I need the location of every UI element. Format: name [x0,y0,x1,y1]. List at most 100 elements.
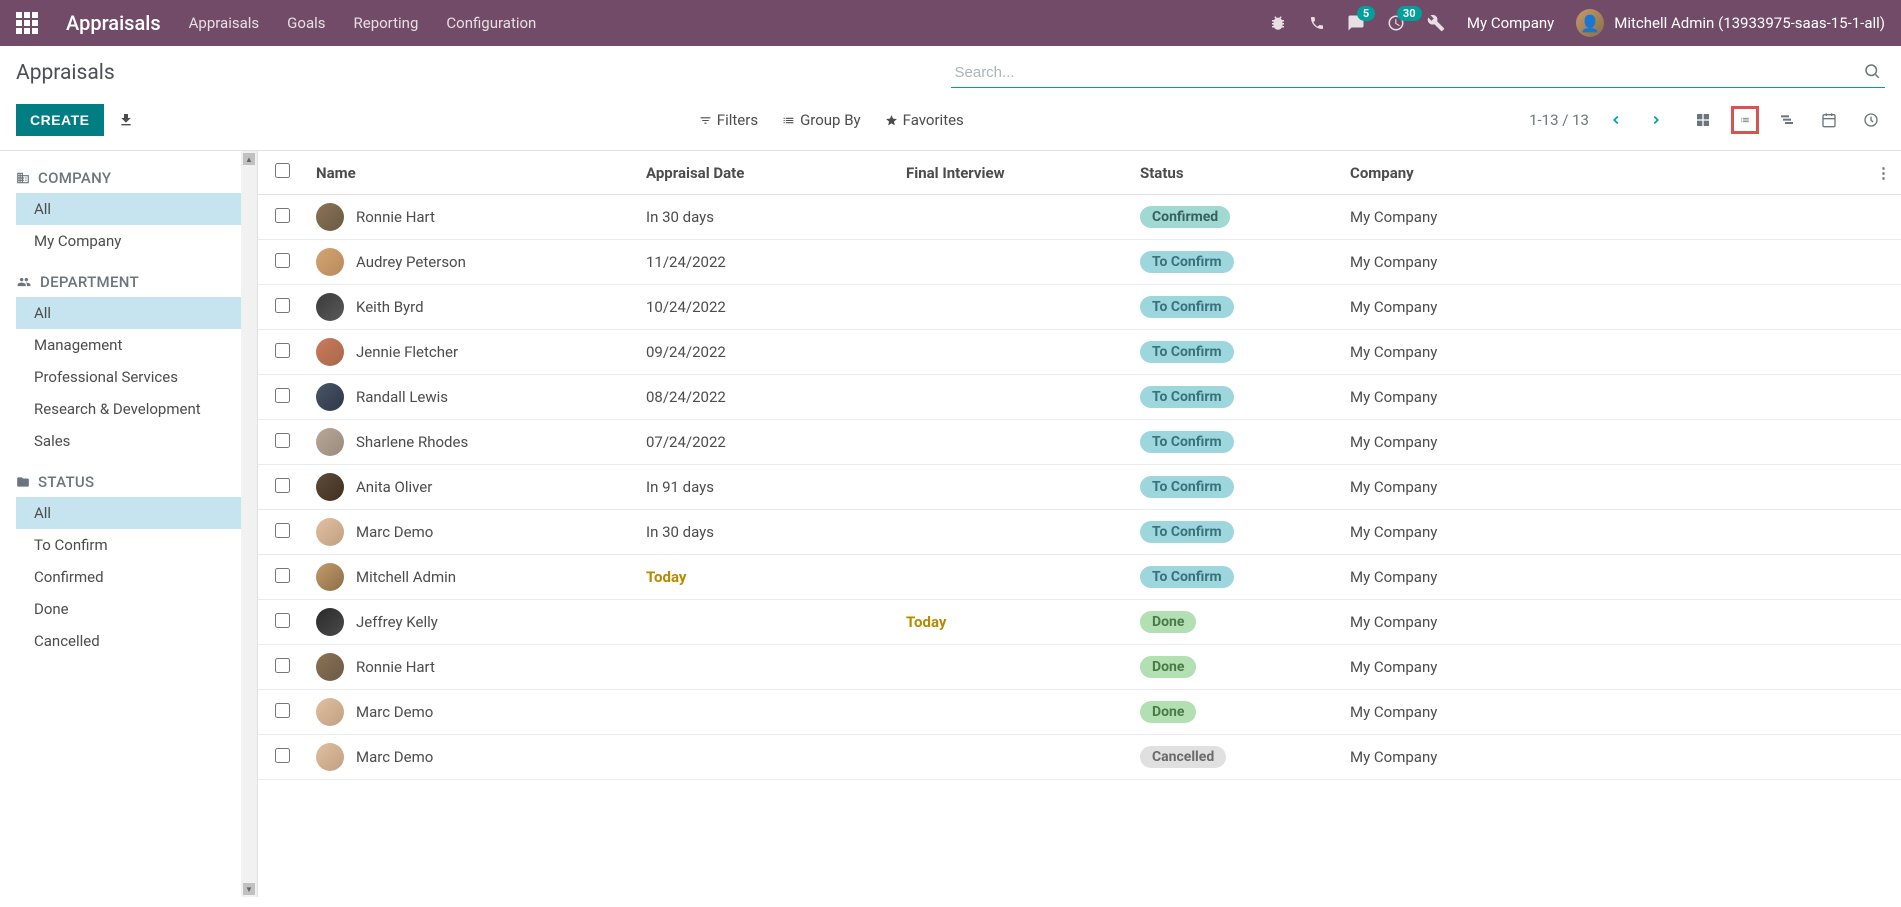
messages-icon[interactable]: 5 [1347,14,1365,32]
sidebar-item[interactable]: Professional Services [0,361,257,393]
row-checkbox[interactable] [275,208,290,223]
appraisal-date: 07/24/2022 [636,420,896,465]
sidebar-item[interactable]: Confirmed [0,561,257,593]
view-list-icon[interactable] [1731,106,1759,134]
sidebar-item[interactable]: To Confirm [0,529,257,561]
filters-button[interactable]: Filters [699,111,758,129]
row-checkbox[interactable] [275,748,290,763]
pager-prev-icon[interactable] [1603,109,1629,131]
sidebar-item[interactable]: All [16,193,243,225]
final-interview [896,330,1130,375]
avatar [316,608,344,636]
row-checkbox[interactable] [275,658,290,673]
row-checkbox[interactable] [275,388,290,403]
status-badge: To Confirm [1140,386,1234,408]
row-checkbox[interactable] [275,523,290,538]
sidebar-scrollbar[interactable]: ▲ ▼ [241,151,257,897]
table-row[interactable]: Marc DemoIn 30 daysTo ConfirmMy Company [258,510,1901,555]
table-row[interactable]: Jeffrey KellyTodayDoneMy Company [258,600,1901,645]
col-final-interview[interactable]: Final Interview [896,151,1130,195]
nav-reporting[interactable]: Reporting [354,14,419,32]
view-kanban-icon[interactable] [1689,106,1717,134]
col-status[interactable]: Status [1130,151,1340,195]
phone-icon[interactable] [1309,15,1325,31]
groupby-button[interactable]: Group By [782,111,861,129]
import-icon[interactable] [118,112,134,128]
company-cell: My Company [1340,645,1866,690]
nav-configuration[interactable]: Configuration [446,14,536,32]
final-interview [896,420,1130,465]
sidebar-item[interactable]: Research & Development [0,393,257,425]
sidebar-item[interactable]: Sales [0,425,257,457]
user-menu[interactable]: 👤 Mitchell Admin (13933975-saas-15-1-all… [1576,9,1885,37]
table-row[interactable]: Sharlene Rhodes07/24/2022To ConfirmMy Co… [258,420,1901,465]
row-checkbox[interactable] [275,433,290,448]
row-checkbox[interactable] [275,478,290,493]
table-row[interactable]: Ronnie HartDoneMy Company [258,645,1901,690]
pager: 1-13 / 13 [1529,109,1669,131]
favorites-button[interactable]: Favorites [885,111,964,129]
scroll-up-icon[interactable]: ▲ [243,153,255,165]
final-interview [896,285,1130,330]
sidebar-item[interactable]: All [16,297,243,329]
scroll-down-icon[interactable]: ▼ [243,883,255,895]
user-name: Mitchell Admin (13933975-saas-15-1-all) [1614,14,1885,32]
row-checkbox[interactable] [275,253,290,268]
sidebar-item[interactable]: Cancelled [0,625,257,657]
final-interview [896,465,1130,510]
apps-icon[interactable] [16,12,38,34]
sidebar-item[interactable]: Management [0,329,257,361]
row-checkbox[interactable] [275,343,290,358]
view-activity-icon[interactable] [1857,106,1885,134]
create-button[interactable]: CREATE [16,104,104,136]
employee-name: Mitchell Admin [356,568,456,586]
sidebar-item[interactable]: Done [0,593,257,625]
company-cell: My Company [1340,600,1866,645]
table-row[interactable]: Audrey Peterson11/24/2022To ConfirmMy Co… [258,240,1901,285]
table-row[interactable]: Marc DemoCancelledMy Company [258,735,1901,780]
table-row[interactable]: Mitchell AdminTodayTo ConfirmMy Company [258,555,1901,600]
search-icon[interactable] [1863,62,1881,80]
groupby-label: Group By [800,111,861,129]
table-row[interactable]: Marc DemoDoneMy Company [258,690,1901,735]
row-checkbox[interactable] [275,613,290,628]
tools-icon[interactable] [1427,14,1445,32]
filters-label: Filters [717,111,758,129]
status-badge: Done [1140,701,1196,723]
activities-icon[interactable]: 30 [1387,14,1405,32]
table-row[interactable]: Randall Lewis08/24/2022To ConfirmMy Comp… [258,375,1901,420]
company-cell: My Company [1340,375,1866,420]
select-all-checkbox[interactable] [275,163,290,178]
sidebar-item[interactable]: All [16,497,243,529]
appraisal-date: 10/24/2022 [636,285,896,330]
row-checkbox[interactable] [275,703,290,718]
app-brand[interactable]: Appraisals [66,11,161,35]
pager-next-icon[interactable] [1643,109,1669,131]
column-options-icon[interactable]: ⋮ [1876,164,1891,182]
nav-goals[interactable]: Goals [287,14,325,32]
avatar [316,203,344,231]
nav-appraisals[interactable]: Appraisals [189,14,260,32]
view-calendar-icon[interactable] [1815,106,1843,134]
top-navbar: Appraisals Appraisals Goals Reporting Co… [0,0,1901,46]
employee-name: Keith Byrd [356,298,424,316]
col-name[interactable]: Name [306,151,636,195]
company-switcher[interactable]: My Company [1467,14,1554,32]
table-row[interactable]: Keith Byrd10/24/2022To ConfirmMy Company [258,285,1901,330]
sidebar-item[interactable]: My Company [0,225,257,257]
avatar [316,428,344,456]
table-row[interactable]: Anita OliverIn 91 daysTo ConfirmMy Compa… [258,465,1901,510]
table-row[interactable]: Jennie Fletcher09/24/2022To ConfirmMy Co… [258,330,1901,375]
status-badge: To Confirm [1140,251,1234,273]
final-interview: Today [896,600,1130,645]
view-gantt-icon[interactable] [1773,106,1801,134]
employee-name: Randall Lewis [356,388,448,406]
debug-icon[interactable] [1269,14,1287,32]
col-company[interactable]: Company [1340,151,1866,195]
row-checkbox[interactable] [275,298,290,313]
search-input[interactable] [951,58,1886,88]
table-row[interactable]: Ronnie HartIn 30 daysConfirmedMy Company [258,195,1901,240]
col-appraisal-date[interactable]: Appraisal Date [636,151,896,195]
row-checkbox[interactable] [275,568,290,583]
avatar [316,698,344,726]
